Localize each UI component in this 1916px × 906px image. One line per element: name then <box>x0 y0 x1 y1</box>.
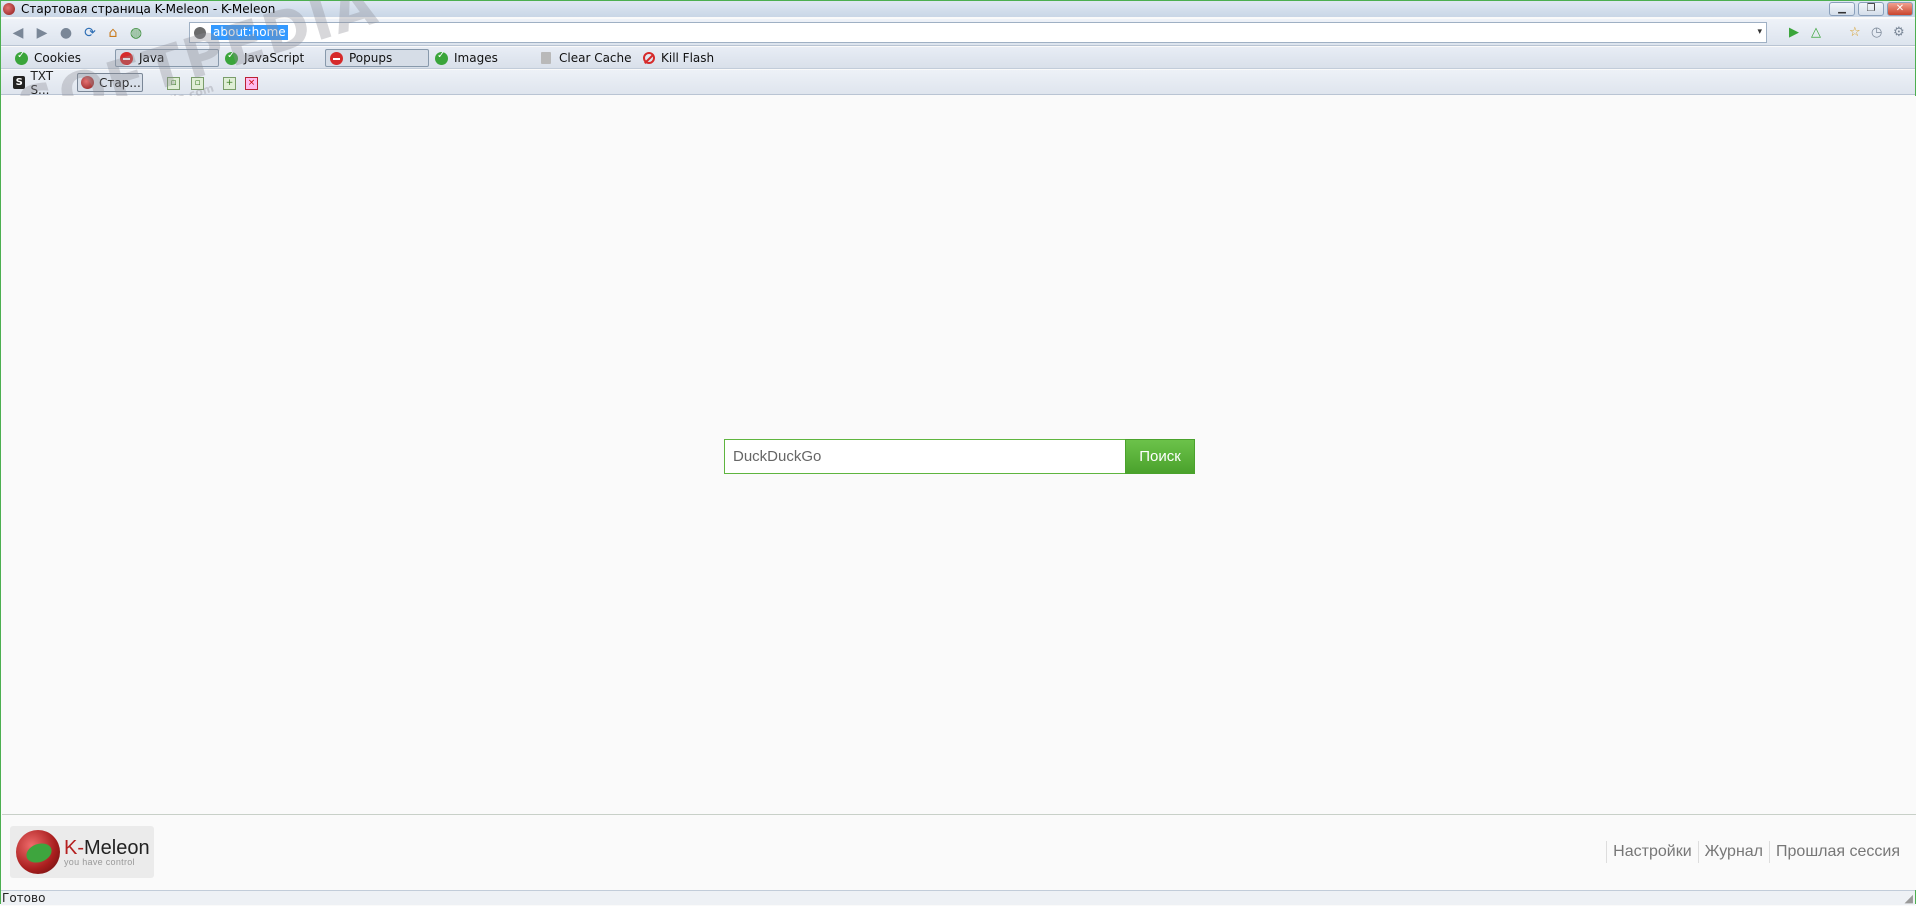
search-form: Поиск <box>724 439 1195 474</box>
reload-icon[interactable]: ⟳ <box>81 24 99 42</box>
enabled-check-icon <box>435 50 448 65</box>
home-icon[interactable]: ⌂ <box>104 24 122 42</box>
search-button[interactable]: Поиск <box>1125 439 1195 474</box>
window-controls: ▁ ❐ ✕ <box>1829 2 1913 16</box>
images-label: Images <box>454 51 498 65</box>
address-bar[interactable]: about:home ▾ <box>189 22 1767 43</box>
enabled-check-icon <box>15 50 28 65</box>
up-icon[interactable]: △ <box>1811 25 1821 40</box>
k-meleon-app-icon[interactable] <box>3 3 15 15</box>
popups-toggle[interactable]: Popups <box>325 49 429 67</box>
images-toggle[interactable]: Images <box>431 49 498 67</box>
start-page-footer: K-Meleon you have control Настройки Журн… <box>2 814 1916 890</box>
logo-tagline: you have control <box>64 856 135 867</box>
status-text: Готово <box>2 891 46 905</box>
history-icon[interactable]: ◍ <box>127 24 145 42</box>
footer-links: Настройки Журнал Прошлая сессия <box>1606 841 1906 863</box>
status-bar: Готово ◢ <box>1 890 1915 905</box>
history-link[interactable]: Журнал <box>1697 841 1769 863</box>
restore-button[interactable]: ❐ <box>1858 2 1884 16</box>
stop-icon[interactable]: ● <box>57 24 75 42</box>
logo-name: K-Meleon <box>64 836 150 859</box>
trash-icon <box>541 52 551 64</box>
k-meleon-logo[interactable]: K-Meleon you have control <box>10 826 154 878</box>
logo-text: K-Meleon you have control <box>64 838 150 867</box>
minimize-button[interactable]: ▁ <box>1829 2 1855 16</box>
blocked-icon <box>330 51 343 65</box>
bookmark-star-icon[interactable]: ☆ <box>1849 25 1861 40</box>
popups-label: Popups <box>349 51 393 65</box>
clock-icon[interactable]: ◷ <box>1871 25 1882 40</box>
forward-icon[interactable]: ▶ <box>33 24 51 42</box>
page-content: Поиск K-Meleon you have control Настройк… <box>2 96 1916 890</box>
clear-cache-button[interactable]: Clear Cache <box>537 49 632 67</box>
kill-flash-label: Kill Flash <box>661 51 715 65</box>
previous-session-link[interactable]: Прошлая сессия <box>1769 841 1906 863</box>
search-input[interactable] <box>724 439 1125 474</box>
back-icon[interactable]: ◀ <box>9 24 27 42</box>
tab-bar: S TXT S... Стар... ▫ ▫ + × <box>1 69 1915 97</box>
no-flash-icon <box>643 52 655 64</box>
kill-flash-button[interactable]: Kill Flash <box>639 49 714 67</box>
chameleon-logo-icon <box>16 830 60 874</box>
go-icon[interactable]: ▶ <box>1789 25 1799 40</box>
gear-icon[interactable]: ⚙ <box>1893 25 1905 40</box>
chevron-down-icon[interactable]: ▾ <box>1757 27 1762 37</box>
browser-window: Стартовая страница K-Meleon - K-Meleon ▁… <box>0 0 1916 905</box>
settings-link[interactable]: Настройки <box>1606 841 1697 863</box>
clear-cache-label: Clear Cache <box>559 51 632 65</box>
close-button[interactable]: ✕ <box>1887 2 1913 16</box>
